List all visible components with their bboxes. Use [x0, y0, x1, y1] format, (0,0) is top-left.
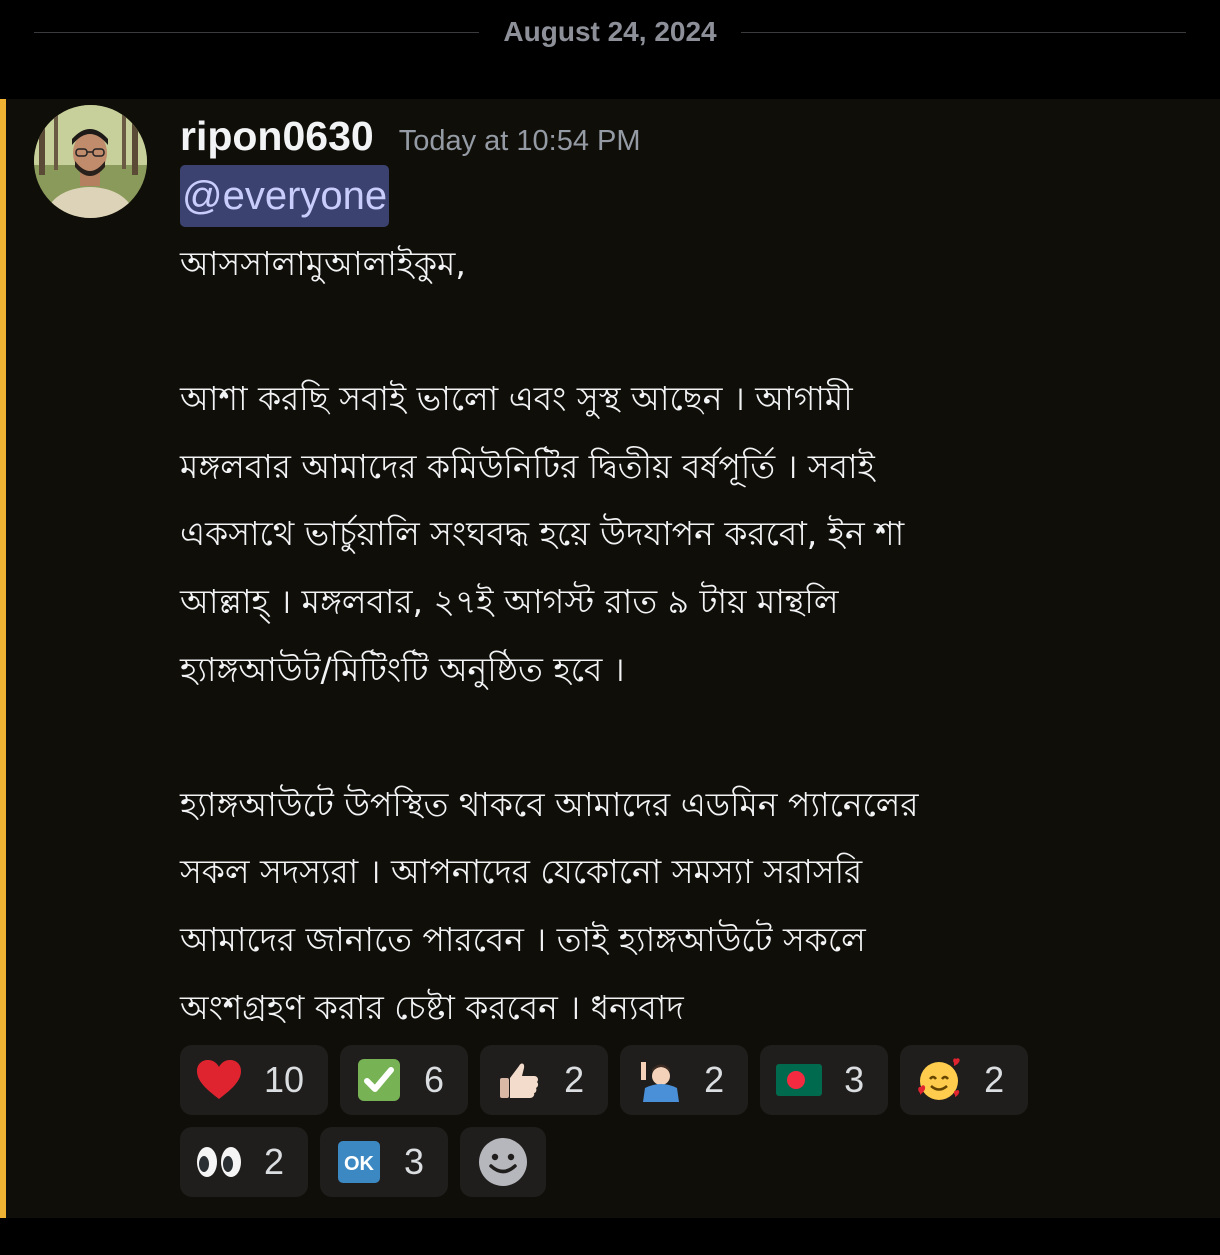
everyone-mention[interactable]: @everyone — [180, 165, 390, 227]
message-line: আমাদের জানাতে পারবেন । তাই হ্যাঙ্গআউটে স… — [180, 919, 866, 959]
reaction-count: 2 — [704, 1059, 725, 1100]
message-line: অংশগ্রহণ করার চেষ্টা করবেন । ধন্যবাদ — [180, 987, 684, 1027]
reaction-count: 2 — [564, 1059, 585, 1100]
avatar[interactable] — [34, 105, 147, 218]
message-line: আসসালামুআলাইকুম, — [180, 244, 466, 283]
username[interactable]: ripon0630 — [180, 113, 374, 160]
chat-message[interactable]: ripon0630 Today at 10:54 PM @everyone আস… — [0, 99, 1220, 1218]
message-line: মঙ্গলবার আমাদের কমিউনিটির দ্বিতীয় বর্ষপ… — [180, 446, 875, 486]
reaction-count: 2 — [264, 1141, 285, 1182]
ok-button-emoji-icon: OK — [334, 1137, 384, 1187]
reaction-bangladesh-flag[interactable]: 3 — [760, 1045, 889, 1115]
reaction-check-mark[interactable]: 6 — [340, 1045, 469, 1115]
eyes-emoji-icon — [194, 1137, 244, 1187]
reaction-count: 3 — [404, 1141, 425, 1182]
add-reaction-button[interactable] — [460, 1127, 547, 1197]
message-line: হ্যাঙ্গআউট/মিটিংটি অনুষ্ঠিত হবে । — [180, 649, 625, 689]
reactions-bar: 10 6 2 2 3 2 2 OK 3 — [180, 1045, 1140, 1197]
message-line: সকল সদস্যরা । আপনাদের যেকোনো সমস্যা সরাস… — [180, 852, 863, 892]
heart-emoji-icon — [194, 1055, 244, 1105]
divider-line-right — [740, 31, 1187, 33]
user-avatar-icon — [34, 105, 147, 218]
reaction-thumbs-up[interactable]: 2 — [480, 1045, 609, 1115]
person-raising-hand-emoji-icon — [634, 1055, 684, 1105]
add-reaction-smiley-icon — [479, 1138, 528, 1186]
reaction-count: 10 — [264, 1059, 305, 1100]
reaction-eyes[interactable]: 2 — [180, 1127, 309, 1197]
thumbs-up-emoji-icon — [494, 1055, 544, 1105]
date-divider: August 24, 2024 — [34, 0, 1187, 64]
mention-highlight-bar — [0, 99, 6, 1218]
reaction-count: 2 — [984, 1059, 1005, 1100]
message-timestamp: Today at 10:54 PM — [398, 125, 641, 157]
message-line: আশা করছি সবাই ভালো এবং সুস্থ আছেন । আগাম… — [180, 379, 853, 419]
message-header: ripon0630 Today at 10:54 PM — [180, 113, 641, 160]
message-line: হ্যাঙ্গআউটে উপস্থিত থাকবে আমাদের এডমিন প… — [180, 784, 919, 824]
reaction-person-raising-hand[interactable]: 2 — [620, 1045, 749, 1115]
reaction-smiling-face-with-hearts[interactable]: 2 — [900, 1045, 1029, 1115]
reaction-ok-button[interactable]: OK 3 — [320, 1127, 449, 1197]
smiling-face-with-hearts-emoji-icon — [914, 1055, 964, 1105]
message-line: একসাথে ভার্চুয়ালি সংঘবদ্ধ হয়ে উদযাপন ক… — [180, 514, 905, 554]
reaction-count: 3 — [844, 1059, 865, 1100]
message-content: আসসালামুআলাইকুম, আশা করছি সবাই ভালো এবং … — [180, 230, 1190, 1041]
reaction-heart[interactable]: 10 — [180, 1045, 329, 1115]
divider-line-left — [34, 31, 480, 33]
reaction-count: 6 — [424, 1059, 445, 1100]
bangladesh-flag-emoji-icon — [774, 1055, 824, 1105]
svg-text:OK: OK — [344, 1153, 375, 1175]
check-mark-emoji-icon — [354, 1055, 404, 1105]
message-line: আল্লাহ্‌ । মঙ্গলবার, ২৭ই আগস্ট রাত ৯ টায… — [180, 581, 839, 621]
date-divider-label: August 24, 2024 — [503, 16, 717, 47]
